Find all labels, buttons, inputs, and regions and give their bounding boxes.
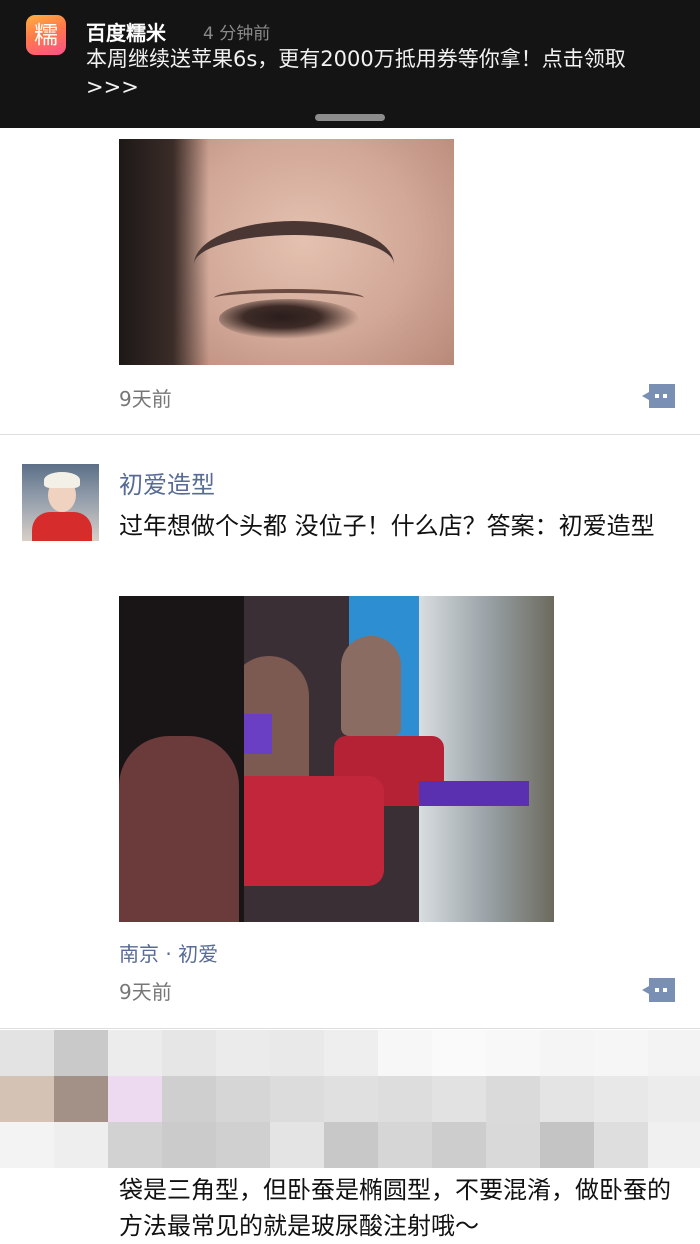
photo-hair-region bbox=[119, 139, 209, 365]
post-time: 9天前 bbox=[119, 387, 172, 411]
post-divider bbox=[0, 434, 700, 435]
notification-message: 本周继续送苹果6s，更有2000万抵用券等你拿！点击领取>>> bbox=[86, 47, 626, 99]
post-divider bbox=[0, 1028, 700, 1029]
photo-red-chair-front bbox=[224, 776, 384, 886]
avatar-body-shape bbox=[32, 512, 92, 541]
photo-eyebrow-shape bbox=[194, 221, 394, 273]
avatar[interactable] bbox=[22, 464, 99, 541]
post-author-name[interactable]: 初爱造型 bbox=[119, 465, 215, 500]
post-text: 过年想做个头都 没位子！什么店？答案：初爱造型 bbox=[119, 512, 655, 540]
photo-person-front bbox=[119, 736, 239, 922]
app-icon-glyph: 糯 bbox=[34, 21, 58, 49]
notification-app-name: 百度糯米 bbox=[86, 21, 166, 45]
post-text-fragment: 袋是三角型，但卧蚕是椭圆型，不要混淆，做卧蚕的方法最常见的就是玻尿酸注射哦～ bbox=[119, 1176, 671, 1240]
photo-purple-towel bbox=[419, 781, 529, 806]
avatar-hair-shape bbox=[44, 472, 80, 488]
post-time: 9天前 bbox=[119, 980, 172, 1004]
notification-time: 4 分钟前 bbox=[203, 24, 271, 44]
post-location[interactable]: 南京 · 初爱 bbox=[119, 938, 218, 967]
post-photo-eyebrow[interactable] bbox=[119, 139, 454, 365]
comment-bubble-icon[interactable] bbox=[641, 976, 677, 1004]
push-notification[interactable]: 糯 百度糯米 4 分钟前 本周继续送苹果6s，更有2000万抵用券等你拿！点击领… bbox=[0, 0, 700, 128]
notification-pull-handle[interactable] bbox=[315, 114, 385, 121]
photo-person-back bbox=[341, 636, 401, 736]
photo-eye-shape bbox=[219, 299, 359, 339]
nuomi-app-icon: 糯 bbox=[26, 15, 66, 55]
comment-bubble-icon[interactable] bbox=[641, 382, 677, 410]
pixelated-content bbox=[0, 1030, 700, 1170]
post-photo-salon[interactable] bbox=[119, 596, 554, 922]
